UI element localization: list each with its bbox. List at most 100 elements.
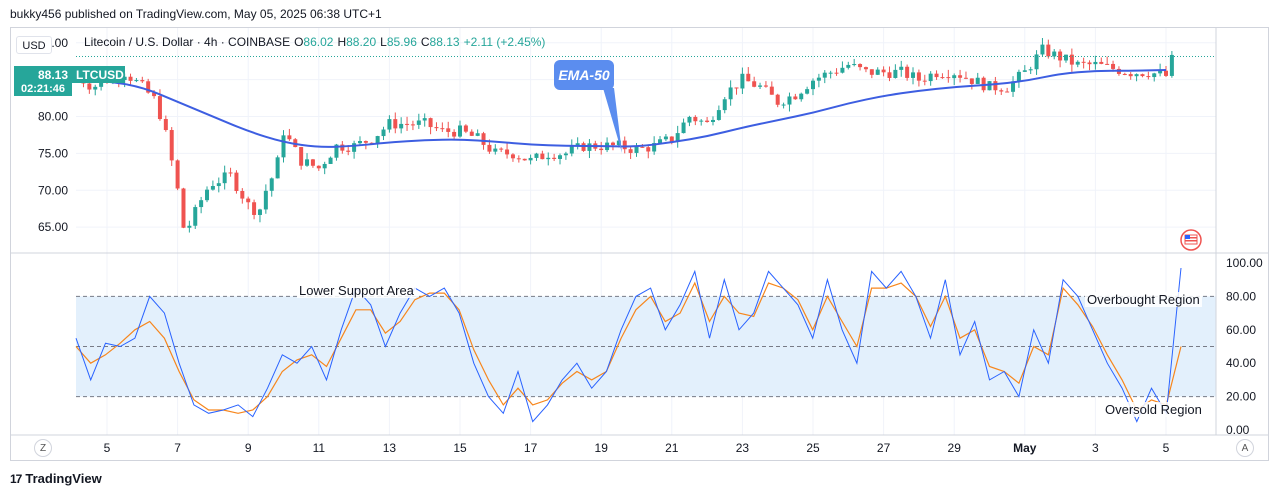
- candle-body: [463, 125, 468, 132]
- candle-body: [558, 155, 563, 159]
- tradingview-logo[interactable]: 17 TradingView: [10, 471, 102, 486]
- candle-body: [216, 183, 221, 187]
- candle-body: [569, 146, 574, 154]
- candle-body: [469, 131, 474, 136]
- candle-body: [440, 128, 445, 130]
- candles: [75, 38, 1174, 233]
- candle-body: [787, 96, 792, 105]
- low-label: L: [380, 35, 387, 49]
- tradingview-mark-icon: 17: [10, 471, 22, 486]
- candle-body: [134, 80, 139, 82]
- candle-body: [922, 80, 927, 82]
- candle-body: [975, 77, 980, 84]
- candle-body: [458, 125, 462, 137]
- price-tick-label: 75.00: [38, 146, 68, 160]
- candle-body: [634, 146, 639, 153]
- candle-body: [928, 73, 933, 82]
- auto-scale-button[interactable]: A: [1236, 439, 1254, 457]
- candle-body: [775, 94, 780, 105]
- candle-body: [93, 86, 98, 90]
- candle-body: [1058, 51, 1063, 61]
- candle-body: [1111, 63, 1116, 69]
- candle-body: [746, 73, 751, 82]
- candle-body: [163, 119, 168, 131]
- candle-body: [863, 67, 868, 70]
- candle-body: [999, 90, 1004, 92]
- candle-body: [552, 157, 557, 159]
- candle-body: [681, 122, 686, 134]
- zoom-button[interactable]: Z: [34, 439, 52, 457]
- high-value: 88.20: [346, 35, 377, 49]
- candle-body: [622, 140, 627, 150]
- candle-body: [416, 120, 421, 125]
- candle-body: [911, 72, 916, 78]
- candle-body: [287, 135, 292, 140]
- candle-body: [1016, 71, 1021, 82]
- candle-body: [716, 110, 721, 120]
- candle-body: [169, 130, 174, 161]
- bar-countdown: 02:21:46: [14, 83, 72, 96]
- candle-body: [487, 144, 492, 152]
- stochastic-tick-label: 40.00: [1226, 356, 1256, 370]
- time-tick-label: 7: [174, 441, 181, 455]
- time-tick-label: 5: [1163, 441, 1170, 455]
- candle-body: [1169, 54, 1174, 76]
- candle-body: [699, 120, 704, 122]
- currency-button[interactable]: USD: [16, 36, 52, 54]
- candle-body: [175, 160, 180, 189]
- candle-body: [393, 119, 398, 129]
- stochastic-tick-label: 60.00: [1226, 323, 1256, 337]
- time-tick-label: 3: [1092, 441, 1099, 455]
- candle-body: [546, 157, 551, 160]
- candle-body: [228, 172, 233, 174]
- flag-icon: [1180, 229, 1202, 251]
- chart-canvas[interactable]: 65.0070.0075.0080.0085.0090.005791113151…: [0, 0, 1281, 496]
- candle-body: [710, 119, 715, 123]
- candle-body: [610, 142, 615, 146]
- candle-body: [628, 149, 633, 153]
- candle-body: [646, 147, 651, 152]
- candle-body: [640, 146, 645, 148]
- price-tick-label: 70.00: [38, 183, 68, 197]
- candle-body: [1146, 76, 1151, 78]
- candle-body: [346, 150, 351, 152]
- candle-body: [410, 124, 415, 126]
- candle-body: [811, 80, 815, 90]
- candle-body: [210, 186, 215, 190]
- candle-body: [193, 207, 198, 226]
- ticker-label: LTCUSD: [76, 67, 124, 82]
- time-tick-label: 15: [453, 441, 467, 455]
- candle-body: [475, 133, 480, 136]
- symbol-title[interactable]: Litecoin / U.S. Dollar · 4h · COINBASE: [84, 35, 290, 49]
- candle-body: [893, 69, 898, 78]
- overbought-annotation: Overbought Region: [1085, 292, 1202, 307]
- time-tick-label: 25: [806, 441, 820, 455]
- candle-body: [1128, 74, 1133, 77]
- candle-body: [381, 129, 386, 137]
- candle-body: [328, 157, 333, 164]
- candle-body: [534, 153, 539, 158]
- candle-body: [434, 127, 439, 129]
- candle-body: [658, 139, 663, 144]
- candle-body: [940, 77, 945, 79]
- time-tick-label: 23: [736, 441, 750, 455]
- candle-body: [852, 64, 857, 66]
- time-tick-label: 11: [313, 441, 326, 455]
- candle-body: [1052, 51, 1057, 57]
- candle-body: [540, 153, 545, 160]
- candle-body: [1022, 70, 1027, 72]
- candle-body: [793, 96, 798, 100]
- candle-body: [452, 131, 457, 137]
- candle-body: [187, 225, 192, 228]
- candle-body: [881, 69, 886, 73]
- last-price-value: 88.13: [38, 67, 69, 82]
- candle-body: [322, 163, 327, 169]
- candle-body: [887, 72, 892, 78]
- candle-body: [816, 77, 821, 81]
- stochastic-tick-label: 80.00: [1226, 289, 1256, 303]
- candle-body: [405, 123, 410, 125]
- candle-body: [516, 158, 521, 160]
- candle-body: [1099, 61, 1104, 64]
- candle-body: [1075, 61, 1080, 65]
- candle-body: [905, 66, 910, 78]
